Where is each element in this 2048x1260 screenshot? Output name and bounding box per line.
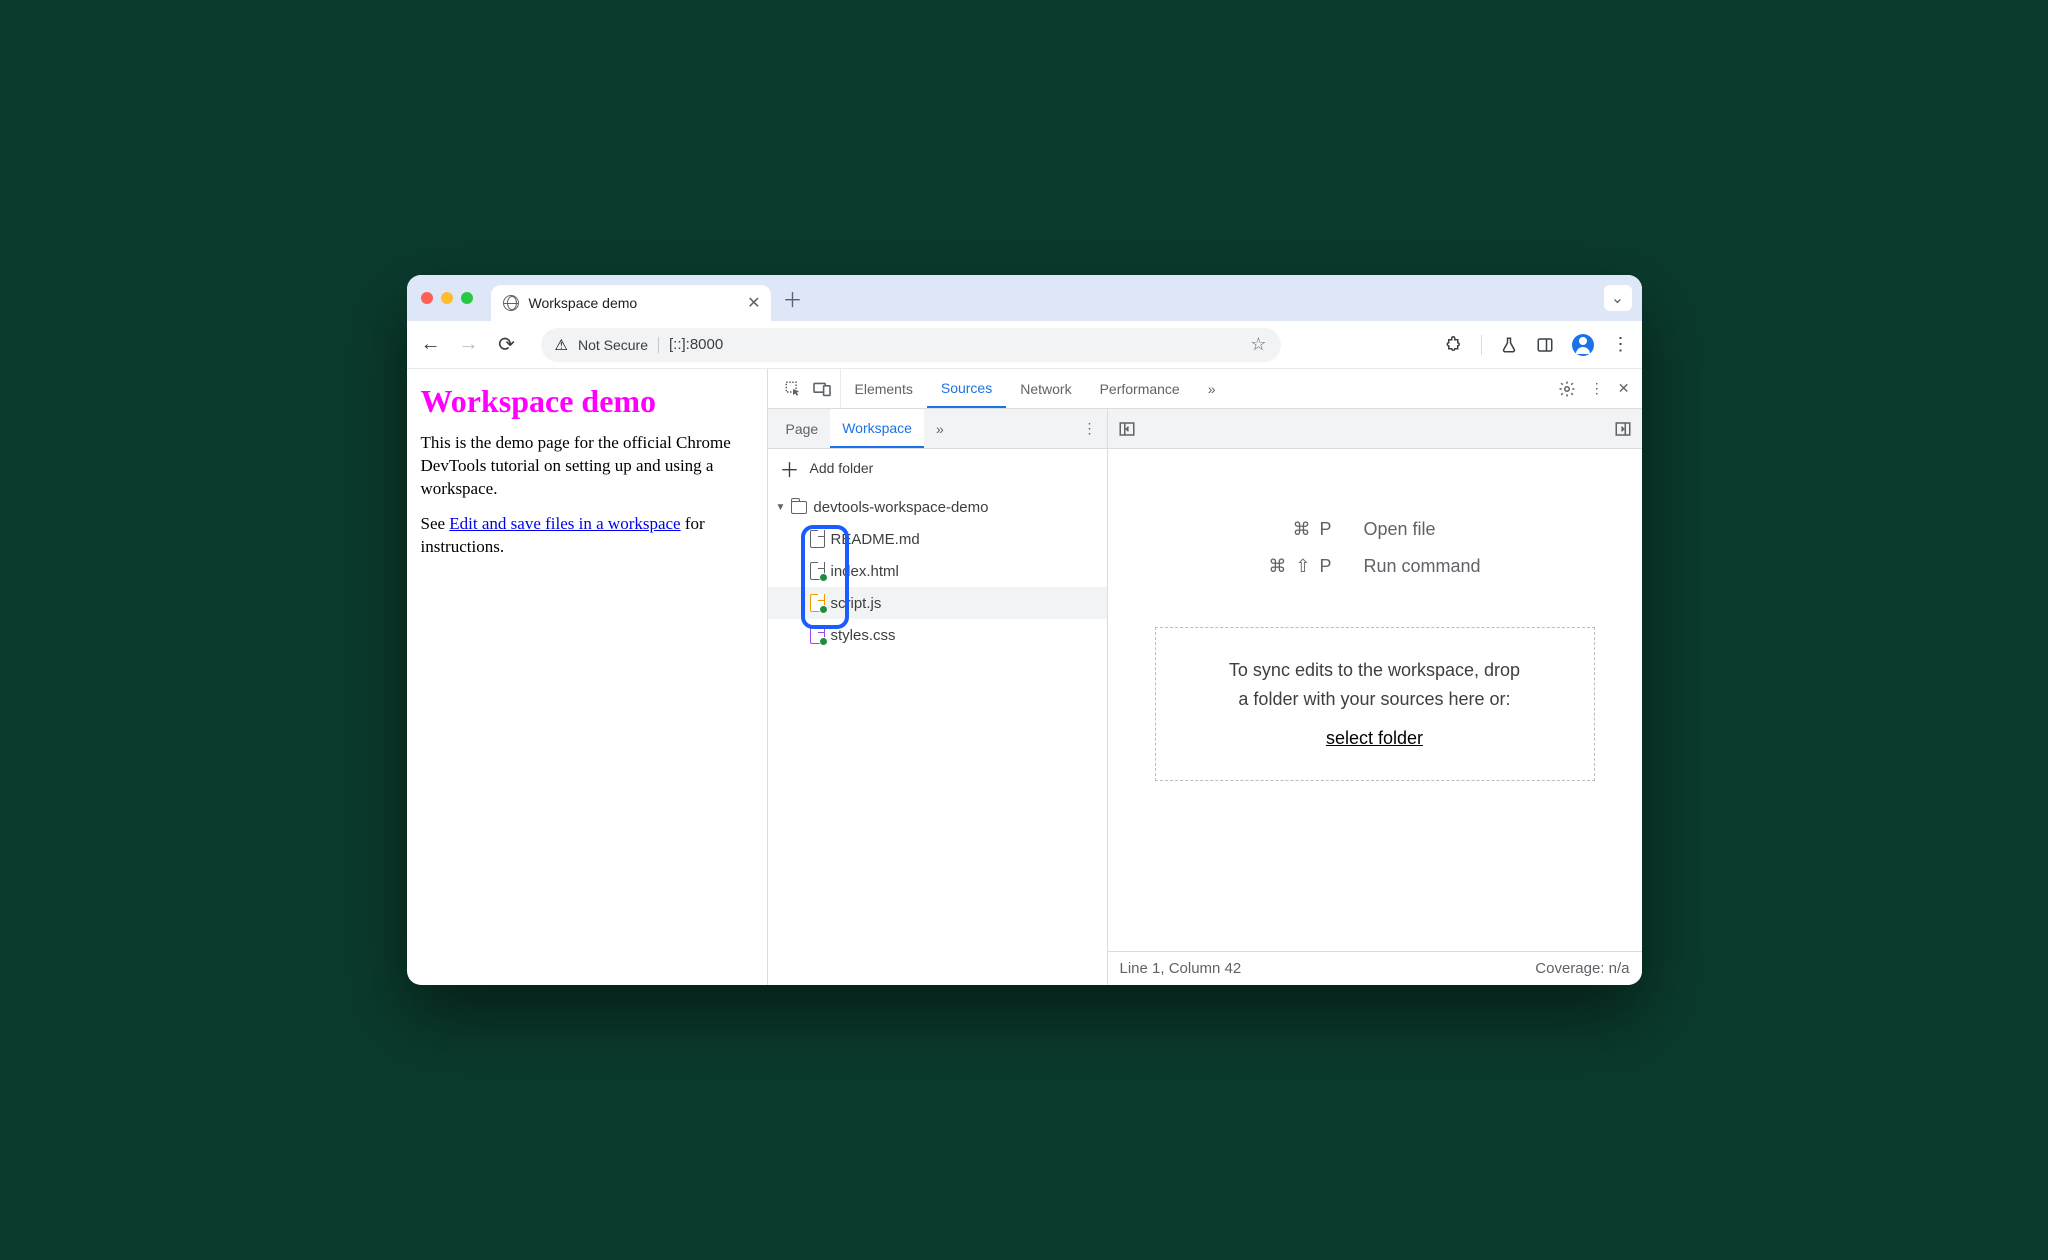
close-devtools-button[interactable]: ✕ (1618, 380, 1630, 397)
back-button[interactable]: ← (419, 333, 443, 356)
sources-navigator: Page Workspace » ⋮ ＋ Add folder ▼ devtoo (768, 409, 1108, 985)
tab-performance[interactable]: Performance (1086, 369, 1194, 408)
tab-title: Workspace demo (529, 295, 638, 311)
tab-elements[interactable]: Elements (841, 369, 927, 408)
omnibox[interactable]: ⚠ Not Secure [::]:8000 ☆ (541, 328, 1281, 362)
more-tabs-button[interactable]: » (1194, 369, 1230, 408)
close-tab-button[interactable]: ✕ (747, 293, 760, 313)
globe-icon (503, 295, 519, 311)
new-tab-button[interactable]: ＋ (779, 284, 807, 312)
mapped-dot-icon (819, 637, 828, 646)
labs-icon[interactable] (1500, 336, 1518, 354)
shortcut-label: Run command (1364, 556, 1481, 577)
add-folder-button[interactable]: ＋ Add folder (768, 449, 1107, 487)
editor-statusbar: Line 1, Column 42 Coverage: n/a (1108, 951, 1642, 985)
maximize-window-button[interactable] (461, 292, 473, 304)
tree-folder[interactable]: ▼ devtools-workspace-demo (768, 491, 1107, 523)
forward-button[interactable]: → (457, 333, 481, 356)
page-link[interactable]: Edit and save files in a workspace (449, 514, 680, 533)
file-icon (810, 530, 825, 548)
traffic-lights (421, 292, 473, 304)
settings-gear-icon[interactable] (1558, 380, 1576, 398)
browser-tab[interactable]: Workspace demo ✕ (491, 285, 771, 321)
nav-tab-workspace[interactable]: Workspace (830, 409, 924, 448)
side-panel-icon[interactable] (1536, 336, 1554, 354)
titlebar: Workspace demo ✕ ＋ ⌄ (407, 275, 1642, 321)
minimize-window-button[interactable] (441, 292, 453, 304)
navigator-tabs: Page Workspace » ⋮ (768, 409, 1107, 449)
devtools-panel: Elements Sources Network Performance » ⋮… (767, 369, 1642, 985)
page-paragraph: This is the demo page for the official C… (421, 432, 753, 501)
mapped-dot-icon (819, 573, 828, 582)
shortcut-key: ⌘ P (1268, 519, 1333, 540)
tree-file-styles[interactable]: styles.css (768, 619, 1107, 651)
shortcut-key: ⌘ ⇧ P (1268, 556, 1333, 577)
tree-file-script[interactable]: script.js (768, 587, 1107, 619)
tree-file-readme[interactable]: README.md (768, 523, 1107, 555)
mapped-dot-icon (819, 605, 828, 614)
collapse-right-icon[interactable] (1614, 420, 1632, 438)
collapse-left-icon[interactable] (1118, 420, 1136, 438)
workspace-dropzone[interactable]: To sync edits to the workspace, drop a f… (1155, 627, 1595, 781)
editor-placeholder: ⌘ P Open file ⌘ ⇧ P Run command To sync … (1108, 449, 1642, 951)
nav-menu-button[interactable]: ⋮ (1073, 409, 1107, 448)
devtools-menu-button[interactable]: ⋮ (1590, 380, 1604, 397)
tab-sources[interactable]: Sources (927, 369, 1006, 408)
reload-button[interactable]: ⟳ (495, 332, 519, 357)
nav-more-tabs[interactable]: » (928, 409, 952, 448)
close-window-button[interactable] (421, 292, 433, 304)
profile-avatar[interactable] (1572, 334, 1594, 356)
tab-network[interactable]: Network (1006, 369, 1085, 408)
folder-icon (791, 501, 807, 514)
extensions-icon[interactable] (1445, 336, 1463, 354)
browser-menu-button[interactable]: ⋮ (1612, 334, 1630, 355)
tab-search-button[interactable]: ⌄ (1604, 285, 1632, 311)
select-folder-link[interactable]: select folder (1326, 728, 1423, 748)
devtools-tabstrip: Elements Sources Network Performance » ⋮… (768, 369, 1642, 409)
browser-toolbar: ← → ⟳ ⚠ Not Secure [::]:8000 ☆ ⋮ (407, 321, 1642, 369)
disclosure-triangle-icon[interactable]: ▼ (776, 502, 786, 513)
bookmark-star-icon[interactable]: ☆ (1250, 334, 1266, 355)
content-area: Workspace demo This is the demo page for… (407, 369, 1642, 985)
cursor-position: Line 1, Column 42 (1120, 960, 1242, 977)
tree-file-index[interactable]: index.html (768, 555, 1107, 587)
shortcut-hints: ⌘ P Open file ⌘ ⇧ P Run command (1268, 519, 1480, 577)
device-toggle-icon[interactable] (812, 381, 832, 397)
sources-editor: ⌘ P Open file ⌘ ⇧ P Run command To sync … (1108, 409, 1642, 985)
file-tree: ▼ devtools-workspace-demo README.md inde… (768, 487, 1107, 655)
url-text: [::]:8000 (669, 336, 723, 353)
browser-window: Workspace demo ✕ ＋ ⌄ ← → ⟳ ⚠ Not Secure … (407, 275, 1642, 985)
inspect-icon[interactable] (784, 380, 802, 398)
warning-icon: ⚠ (555, 336, 568, 354)
editor-toolbar (1108, 409, 1642, 449)
page-heading: Workspace demo (421, 383, 753, 420)
security-chip[interactable]: Not Secure (578, 337, 659, 353)
shortcut-label: Open file (1364, 519, 1481, 540)
rendered-page: Workspace demo This is the demo page for… (407, 369, 767, 985)
page-see: See Edit and save files in a workspace f… (421, 513, 753, 559)
nav-tab-page[interactable]: Page (774, 409, 831, 448)
plus-icon: ＋ (780, 454, 800, 483)
coverage-status: Coverage: n/a (1535, 960, 1629, 977)
